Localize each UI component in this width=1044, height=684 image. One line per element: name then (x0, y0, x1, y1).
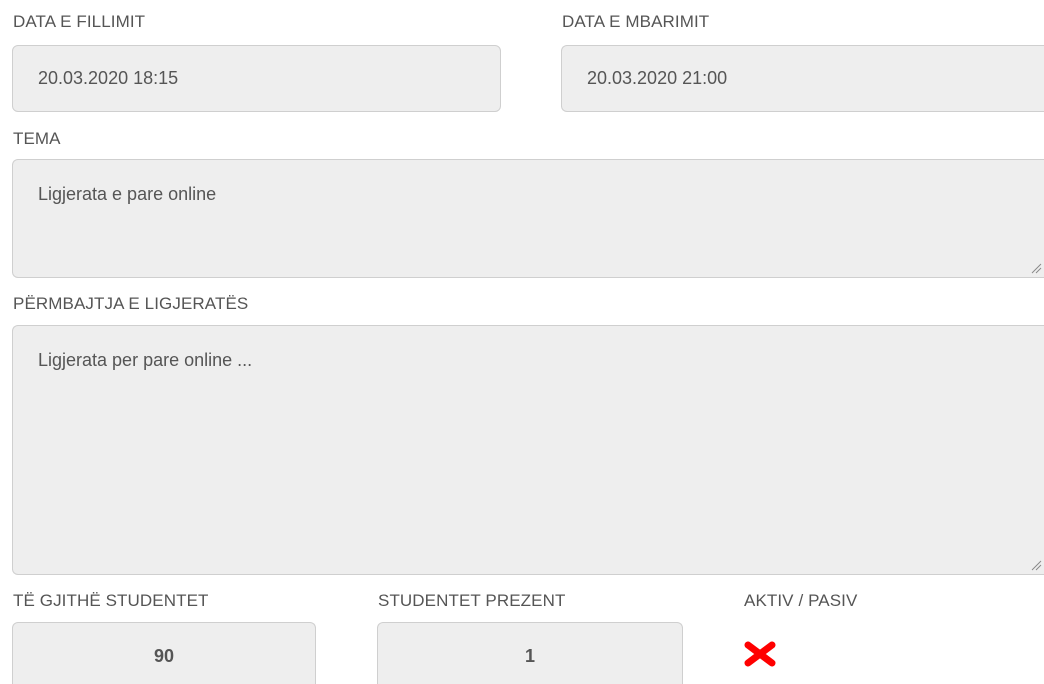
lecture-form: DATA E FILLIMIT 20.03.2020 18:15 DATA E … (0, 0, 1044, 684)
total-students-field[interactable]: 90 (12, 622, 316, 684)
resize-grip-icon[interactable] (1030, 262, 1042, 274)
resize-grip-icon[interactable] (1030, 559, 1042, 571)
present-students-label: STUDENTET PREZENT (378, 591, 566, 610)
start-date-label: DATA E FILLIMIT (13, 12, 146, 31)
status-label: AKTIV / PASIV (744, 591, 858, 610)
topic-text: Ligjerata e pare online (38, 184, 217, 204)
cross-icon[interactable] (744, 640, 776, 668)
start-date-field[interactable]: 20.03.2020 18:15 (12, 45, 501, 112)
total-students-label: TË GJITHË STUDENTET (13, 591, 209, 610)
end-date-label: DATA E MBARIMIT (562, 12, 710, 31)
present-students-field[interactable]: 1 (377, 622, 683, 684)
end-date-field[interactable]: 20.03.2020 21:00 (561, 45, 1044, 112)
content-label: PËRMBAJTJA E LIGJERATËS (13, 294, 249, 313)
topic-label: TEMA (13, 129, 61, 148)
content-text: Ligjerata per pare online ... (38, 350, 253, 370)
topic-textarea[interactable]: Ligjerata e pare online (12, 159, 1044, 278)
content-textarea[interactable]: Ligjerata per pare online ... (12, 325, 1044, 575)
